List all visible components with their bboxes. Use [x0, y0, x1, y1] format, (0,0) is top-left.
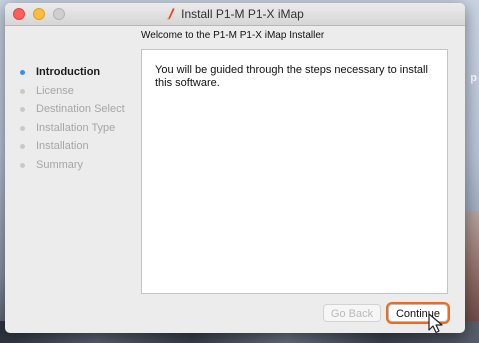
installer-window: Install P1-M P1-X iMap Welcome to the P1… [5, 3, 465, 333]
step-label: Destination Select [36, 103, 125, 116]
desktop-label-fragment: p [470, 72, 477, 84]
step-destination-select: Destination Select [5, 100, 137, 119]
step-bullet-icon [20, 70, 25, 75]
step-bullet-icon [20, 144, 25, 150]
step-bullet-icon [20, 88, 25, 94]
step-label: Introduction [36, 66, 101, 78]
window-title-group: Install P1-M P1-X iMap [5, 3, 465, 25]
step-bullet-icon [20, 162, 25, 168]
step-summary: Summary [5, 156, 137, 175]
step-label: Summary [36, 158, 84, 171]
installer-subtitle: Welcome to the P1-M P1-X iMap Installer [141, 30, 325, 41]
step-introduction: Introduction [5, 63, 137, 82]
step-label: Installation Type [36, 121, 116, 134]
step-installation-type: Installation Type [5, 119, 137, 138]
step-label: Installation [36, 140, 89, 153]
go-back-button[interactable]: Go Back [323, 304, 381, 322]
pointer-cursor-icon [428, 313, 443, 334]
content-pane[interactable]: You will be guided through the steps nec… [141, 49, 448, 294]
installer-steps-sidebar: Introduction License Destination Select … [5, 63, 137, 175]
installer-package-icon [167, 7, 175, 20]
desktop: p Install P1-M P1-X iMap Welcome to the … [0, 0, 479, 343]
title-bar: Install P1-M P1-X iMap [5, 3, 465, 26]
step-bullet-icon [20, 107, 25, 113]
step-label: License [36, 84, 74, 97]
introduction-text: You will be guided through the steps nec… [155, 64, 428, 89]
step-bullet-icon [20, 125, 25, 131]
window-title: Install P1-M P1-X iMap [181, 7, 304, 21]
step-license: License [5, 82, 137, 101]
step-installation: Installation [5, 137, 137, 156]
